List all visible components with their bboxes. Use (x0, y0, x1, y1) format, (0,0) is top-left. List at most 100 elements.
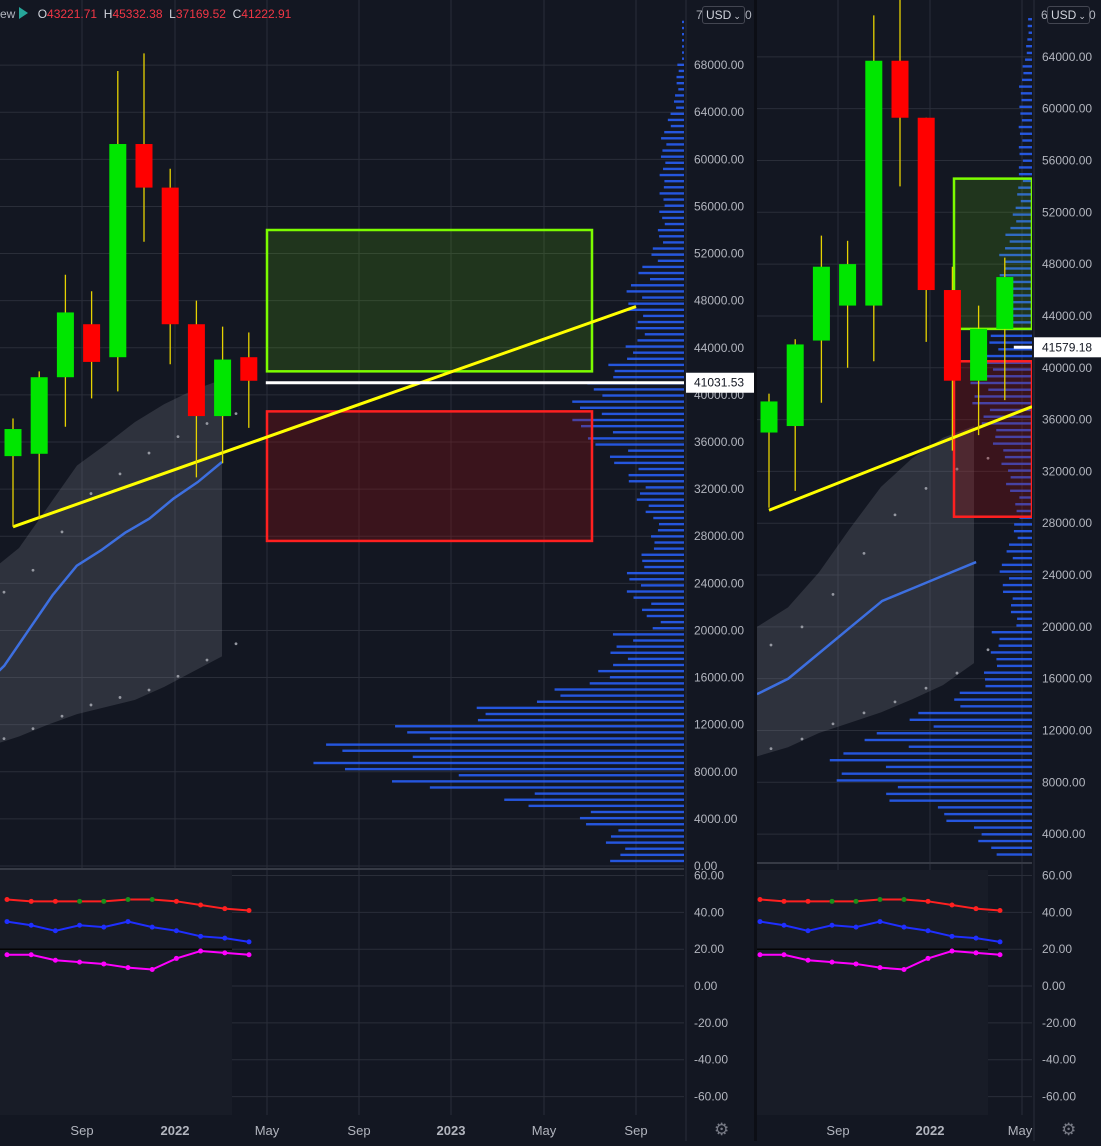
currency-label: USD (706, 8, 732, 22)
oscillator-point (4, 919, 10, 925)
oscillator-axis-label: -40.00 (694, 1053, 728, 1067)
volume-profile-bar (641, 553, 684, 556)
price-axis-bg (686, 0, 756, 1141)
oscillator-point (877, 965, 883, 971)
top-axis-number: 0 (1089, 8, 1096, 22)
price-axis-label: 32000.00 (1042, 464, 1092, 478)
candle-body (943, 290, 961, 381)
volume-profile-bar (1020, 112, 1032, 115)
volume-profile-bar (662, 216, 684, 220)
volume-profile-bar (1003, 590, 1032, 594)
chevron-down-icon: ⌄ (1078, 11, 1086, 21)
oscillator-point (901, 966, 907, 972)
time-axis-label: 2022 (161, 1123, 190, 1138)
price-label-text: 41031.53 (694, 376, 744, 390)
volume-profile-bar (660, 155, 684, 158)
high-value: 45332.38 (112, 7, 163, 21)
volume-profile-bar (633, 639, 684, 642)
oscillator-point (877, 896, 883, 902)
oscillator-point (52, 928, 58, 934)
candle-body (760, 401, 778, 433)
price-axis-label: 8000.00 (1042, 775, 1086, 789)
candle-body (214, 359, 232, 417)
oscillator-point (77, 922, 83, 928)
volume-profile-bar (946, 819, 1032, 823)
band-dot (60, 530, 64, 534)
volume-profile-bar (1021, 119, 1032, 122)
volume-profile-bar (586, 823, 684, 826)
oscillator-point (173, 898, 179, 904)
volume-profile-bar (628, 480, 684, 483)
candle-body (812, 266, 830, 341)
price-axis-label: 20000.00 (694, 623, 744, 637)
price-axis-label: 60000.00 (1042, 102, 1092, 116)
oscillator-point (925, 928, 931, 934)
volume-profile-bar (642, 265, 684, 269)
volume-profile-bar (610, 651, 684, 654)
volume-profile-bar (659, 235, 684, 238)
candle-body (917, 117, 935, 291)
volume-profile-bar (598, 669, 684, 673)
gear-icon[interactable]: ⚙ (714, 1120, 729, 1140)
oscillator-point (222, 950, 228, 956)
band-dot (955, 671, 959, 675)
volume-profile-bar (660, 620, 684, 624)
volume-profile-bar (990, 651, 1032, 654)
oscillator-axis-label: 60.00 (1042, 869, 1072, 883)
oscillator-point (877, 919, 883, 925)
band-dot (205, 422, 209, 425)
flag-icon[interactable] (19, 7, 29, 19)
oscillator-point (101, 898, 107, 904)
band-dot (924, 486, 928, 490)
volume-profile-bar (528, 804, 684, 808)
oscillator-point (101, 961, 107, 967)
volume-profile-bar (664, 204, 684, 207)
volume-profile-bar (630, 284, 684, 287)
currency-select-left[interactable]: USD ⌄ (702, 6, 745, 24)
oscillator-point (925, 898, 931, 904)
band-dot (176, 435, 180, 439)
band-dot (234, 412, 238, 416)
volume-profile-bar (677, 63, 684, 67)
volume-profile-bar (1022, 159, 1032, 162)
volume-profile-bar (1022, 65, 1032, 68)
volume-profile-bar (602, 394, 684, 397)
band-dot (118, 696, 122, 699)
candle-body (83, 324, 101, 362)
volume-profile-bar (991, 846, 1032, 849)
volume-profile-bar (635, 326, 684, 330)
band-dot (2, 590, 6, 594)
oscillator-point (198, 933, 204, 939)
volume-profile-bar (978, 839, 1032, 843)
time-axis-label: Sep (826, 1123, 849, 1138)
volume-profile-bar (918, 711, 1032, 715)
volume-profile-bar (1018, 166, 1032, 169)
supply-zone-box (952, 360, 1032, 518)
volume-profile-bar (1019, 85, 1032, 88)
chevron-down-icon: ⌄ (733, 11, 741, 21)
volume-profile-bar (1019, 152, 1032, 156)
volume-profile-bar (643, 314, 684, 318)
volume-profile-bar (589, 682, 684, 685)
band-dot (800, 737, 804, 741)
oscillator-axis-label: -20.00 (694, 1016, 728, 1030)
price-axis-label: 68000.00 (694, 58, 744, 72)
volume-profile-bar (645, 510, 684, 514)
chart-canvas[interactable]: 68000.00 64000.00 60000.00 56000.00 52000.00… (0, 0, 1101, 1141)
volume-profile-bar (1016, 624, 1032, 627)
volume-profile-bar (651, 535, 684, 538)
oscillator-point (781, 898, 787, 904)
volume-profile-bar (648, 504, 684, 507)
volume-profile-bar (651, 253, 684, 256)
volume-profile-bar (864, 738, 1032, 742)
open-value: 43221.71 (47, 7, 98, 21)
oscillator-point (173, 955, 179, 961)
candle-body (996, 277, 1014, 329)
currency-select-right[interactable]: USD ⌄ (1047, 6, 1090, 24)
price-axis-label: 4000.00 (694, 812, 738, 826)
volume-profile-bar (980, 354, 1032, 358)
volume-profile-bar (974, 826, 1032, 829)
volume-profile-bar (595, 443, 684, 446)
gear-icon[interactable]: ⚙ (1061, 1120, 1076, 1140)
oscillator-point (853, 898, 859, 904)
